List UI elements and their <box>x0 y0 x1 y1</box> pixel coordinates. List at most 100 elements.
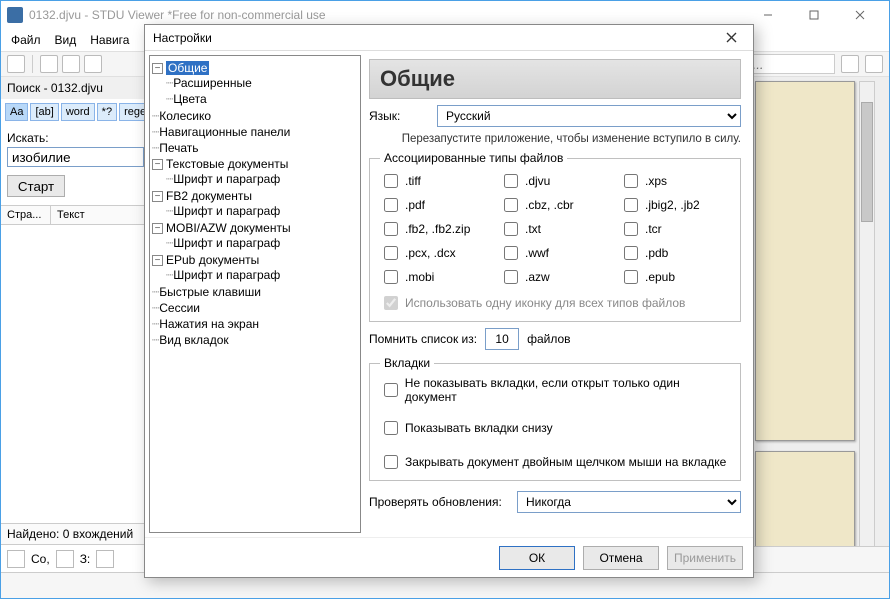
mode-word[interactable]: word <box>61 103 95 121</box>
tree-mobi[interactable]: MOBI/AZW документы <box>166 221 291 235</box>
settings-tree[interactable]: −Общие ┈Расширенные ┈Цвета ┈Колесико ┈На… <box>149 55 361 533</box>
remember-label-a: Помнить список из: <box>369 332 477 346</box>
updates-label: Проверять обновления: <box>369 495 509 509</box>
chk-pcx[interactable]: .pcx, .dcx <box>380 243 490 263</box>
page-thumb[interactable] <box>755 451 855 561</box>
start-button[interactable]: Старт <box>7 175 65 197</box>
mode-ab[interactable]: [ab] <box>30 103 58 121</box>
binoculars-next-icon[interactable] <box>865 55 883 73</box>
chk-tab-dblclick[interactable]: Закрывать документ двойным щелчком мыши … <box>380 452 730 472</box>
chk-one-icon: Использовать одну иконку для всех типов … <box>380 293 730 313</box>
tab-icon[interactable] <box>56 550 74 568</box>
chk-jbig2[interactable]: .jbig2, .jb2 <box>620 195 730 215</box>
results-header: Стра... Текст <box>1 205 150 225</box>
tree-epub[interactable]: EPub документы <box>166 253 259 267</box>
menu-view[interactable]: Вид <box>55 33 77 47</box>
found-label: Найдено: 0 вхождений <box>1 523 150 544</box>
pane-heading: Общие <box>369 59 741 99</box>
tree-hotkeys[interactable]: Быстрые клавиши <box>159 285 261 299</box>
settings-dialog: Настройки −Общие ┈Расширенные ┈Цвета ┈Ко… <box>144 24 754 578</box>
page-thumb[interactable] <box>755 81 855 441</box>
chk-wwf[interactable]: .wwf <box>500 243 610 263</box>
tool-icon[interactable] <box>62 55 80 73</box>
chk-fb2[interactable]: .fb2, .fb2.zip <box>380 219 490 239</box>
app-icon <box>7 7 23 23</box>
tabs-group: Вкладки Не показывать вкладки, если откр… <box>369 356 741 481</box>
close-button[interactable] <box>837 1 883 29</box>
search-panel-title: Поиск - 0132.djvu <box>1 77 150 99</box>
assoc-legend: Ассоциированные типы файлов <box>380 151 567 165</box>
chk-djvu[interactable]: .djvu <box>500 171 610 191</box>
collapse-icon[interactable]: − <box>152 255 163 266</box>
tab-label[interactable]: З: <box>80 552 91 566</box>
cancel-button[interactable]: Отмена <box>583 546 659 570</box>
dialog-title: Настройки <box>153 31 717 45</box>
collapse-icon[interactable]: − <box>152 191 163 202</box>
maximize-button[interactable] <box>791 1 837 29</box>
tool-icon[interactable] <box>84 55 102 73</box>
chk-txt[interactable]: .txt <box>500 219 610 239</box>
chk-pdf[interactable]: .pdf <box>380 195 490 215</box>
chk-pdb[interactable]: .pdb <box>620 243 730 263</box>
search-input[interactable] <box>7 147 144 167</box>
scroll-thumb[interactable] <box>861 102 873 222</box>
tree-navpanels[interactable]: Навигационные панели <box>159 125 290 139</box>
binoculars-icon[interactable] <box>841 55 859 73</box>
window-controls <box>745 1 883 29</box>
chk-mobi[interactable]: .mobi <box>380 267 490 287</box>
updates-select[interactable]: Никогда <box>517 491 741 513</box>
chk-tab-single[interactable]: Не показывать вкладки, если открыт тольк… <box>380 376 730 404</box>
tree-font[interactable]: Шрифт и параграф <box>173 172 280 186</box>
tree-fb2[interactable]: FB2 документы <box>166 189 252 203</box>
scrollbar[interactable] <box>859 81 875 561</box>
tree-tabs[interactable]: Вид вкладок <box>159 333 228 347</box>
col-text[interactable]: Текст <box>51 206 91 224</box>
collapse-icon[interactable]: − <box>152 159 163 170</box>
search-label: Искать: <box>1 125 150 147</box>
remember-label-b: файлов <box>527 332 570 346</box>
tab-label[interactable]: Со, <box>31 552 50 566</box>
collapse-icon[interactable]: − <box>152 223 163 234</box>
tabs-legend: Вкладки <box>380 356 434 370</box>
ok-button[interactable]: ОК <box>499 546 575 570</box>
tree-font[interactable]: Шрифт и параграф <box>173 236 280 250</box>
open-icon[interactable] <box>7 55 25 73</box>
mode-wild[interactable]: *? <box>97 103 117 121</box>
apply-button[interactable]: Применить <box>667 546 743 570</box>
tree-colors[interactable]: Цвета <box>173 92 206 106</box>
chk-tab-bottom[interactable]: Показывать вкладки снизу <box>380 418 730 438</box>
assoc-group: Ассоциированные типы файлов .tiff .djvu … <box>369 151 741 322</box>
tree-wheel[interactable]: Колесико <box>159 109 211 123</box>
restart-hint: Перезапустите приложение, чтобы изменени… <box>369 133 741 145</box>
tree-sessions[interactable]: Сессии <box>159 301 200 315</box>
tree-font[interactable]: Шрифт и параграф <box>173 268 280 282</box>
col-page[interactable]: Стра... <box>1 206 51 224</box>
remember-input[interactable] <box>485 328 519 350</box>
tree-font[interactable]: Шрифт и параграф <box>173 204 280 218</box>
tree-general[interactable]: Общие <box>166 61 209 75</box>
chk-tiff[interactable]: .tiff <box>380 171 490 191</box>
search-panel: Поиск - 0132.djvu Aa [ab] word *? regex … <box>1 77 151 572</box>
tree-print[interactable]: Печать <box>159 141 198 155</box>
tree-screen[interactable]: Нажатия на экран <box>159 317 259 331</box>
chk-xps[interactable]: .xps <box>620 171 730 191</box>
lang-select[interactable]: Русский <box>437 105 741 127</box>
mode-aa[interactable]: Aa <box>5 103 28 121</box>
lang-label: Язык: <box>369 109 429 123</box>
panel-tabs: Со, З: <box>1 544 150 572</box>
chk-azw[interactable]: .azw <box>500 267 610 287</box>
tab-icon[interactable] <box>96 550 114 568</box>
tree-textdocs[interactable]: Текстовые документы <box>166 157 288 171</box>
menu-file[interactable]: Файл <box>11 33 41 47</box>
collapse-icon[interactable]: − <box>152 63 163 74</box>
tab-icon[interactable] <box>7 550 25 568</box>
menu-nav[interactable]: Навига <box>90 33 129 47</box>
tree-extended[interactable]: Расширенные <box>173 76 252 90</box>
tool-icon[interactable] <box>40 55 58 73</box>
page-thumbnails <box>755 81 855 561</box>
chk-cbz[interactable]: .cbz, .cbr <box>500 195 610 215</box>
chk-epub[interactable]: .epub <box>620 267 730 287</box>
dialog-close-button[interactable] <box>717 27 745 49</box>
dialog-buttons: ОК Отмена Применить <box>145 537 753 577</box>
chk-tcr[interactable]: .tcr <box>620 219 730 239</box>
